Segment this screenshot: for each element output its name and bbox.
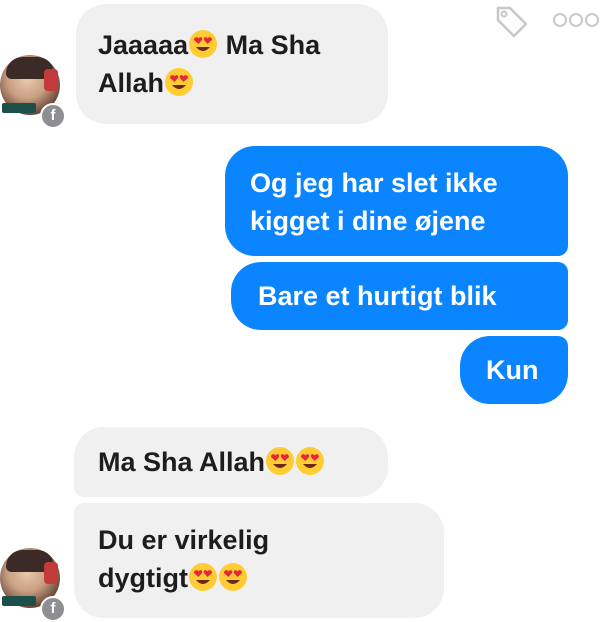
- message-text-line1: Og jeg har slet ikke: [250, 168, 498, 198]
- outgoing-message-bubble[interactable]: Og jeg har slet ikke kigget i dine øjene: [225, 146, 568, 256]
- heart-eyes-emoji-icon: [295, 446, 325, 476]
- message-text: Bare et hurtigt blik: [258, 281, 497, 311]
- outgoing-message-bubble[interactable]: Bare et hurtigt blik: [231, 262, 568, 330]
- heart-eyes-emoji-icon: [265, 446, 295, 476]
- outgoing-message-bubble[interactable]: Kun: [460, 336, 568, 404]
- incoming-message-bubble[interactable]: Du er virkelig dygtigt: [74, 503, 444, 618]
- heart-eyes-emoji-icon: [218, 562, 248, 592]
- heart-eyes-emoji-icon: [188, 29, 218, 59]
- facebook-badge-icon: f: [40, 596, 66, 622]
- message-text: Kun: [486, 355, 539, 385]
- heart-eyes-emoji-icon: [188, 562, 218, 592]
- tag-icon[interactable]: [490, 2, 532, 44]
- message-text-line2: Allah: [98, 68, 165, 98]
- message-text: Jaaaaa: [98, 30, 189, 60]
- facebook-badge-icon: f: [40, 103, 66, 129]
- more-dots-icon[interactable]: [552, 12, 600, 28]
- incoming-message-bubble[interactable]: Jaaaaa Ma Sha Allah: [76, 4, 388, 124]
- message-text-line2: kigget i dine øjene: [250, 206, 486, 236]
- message-text-cont: Ma Sha: [218, 30, 321, 60]
- incoming-message-bubble[interactable]: Ma Sha Allah: [74, 427, 388, 497]
- heart-eyes-emoji-icon: [164, 67, 194, 97]
- message-text-line1: Du er virkelig: [98, 525, 270, 555]
- message-text-line2: dygtigt: [98, 563, 188, 593]
- message-text: Ma Sha Allah: [98, 447, 266, 477]
